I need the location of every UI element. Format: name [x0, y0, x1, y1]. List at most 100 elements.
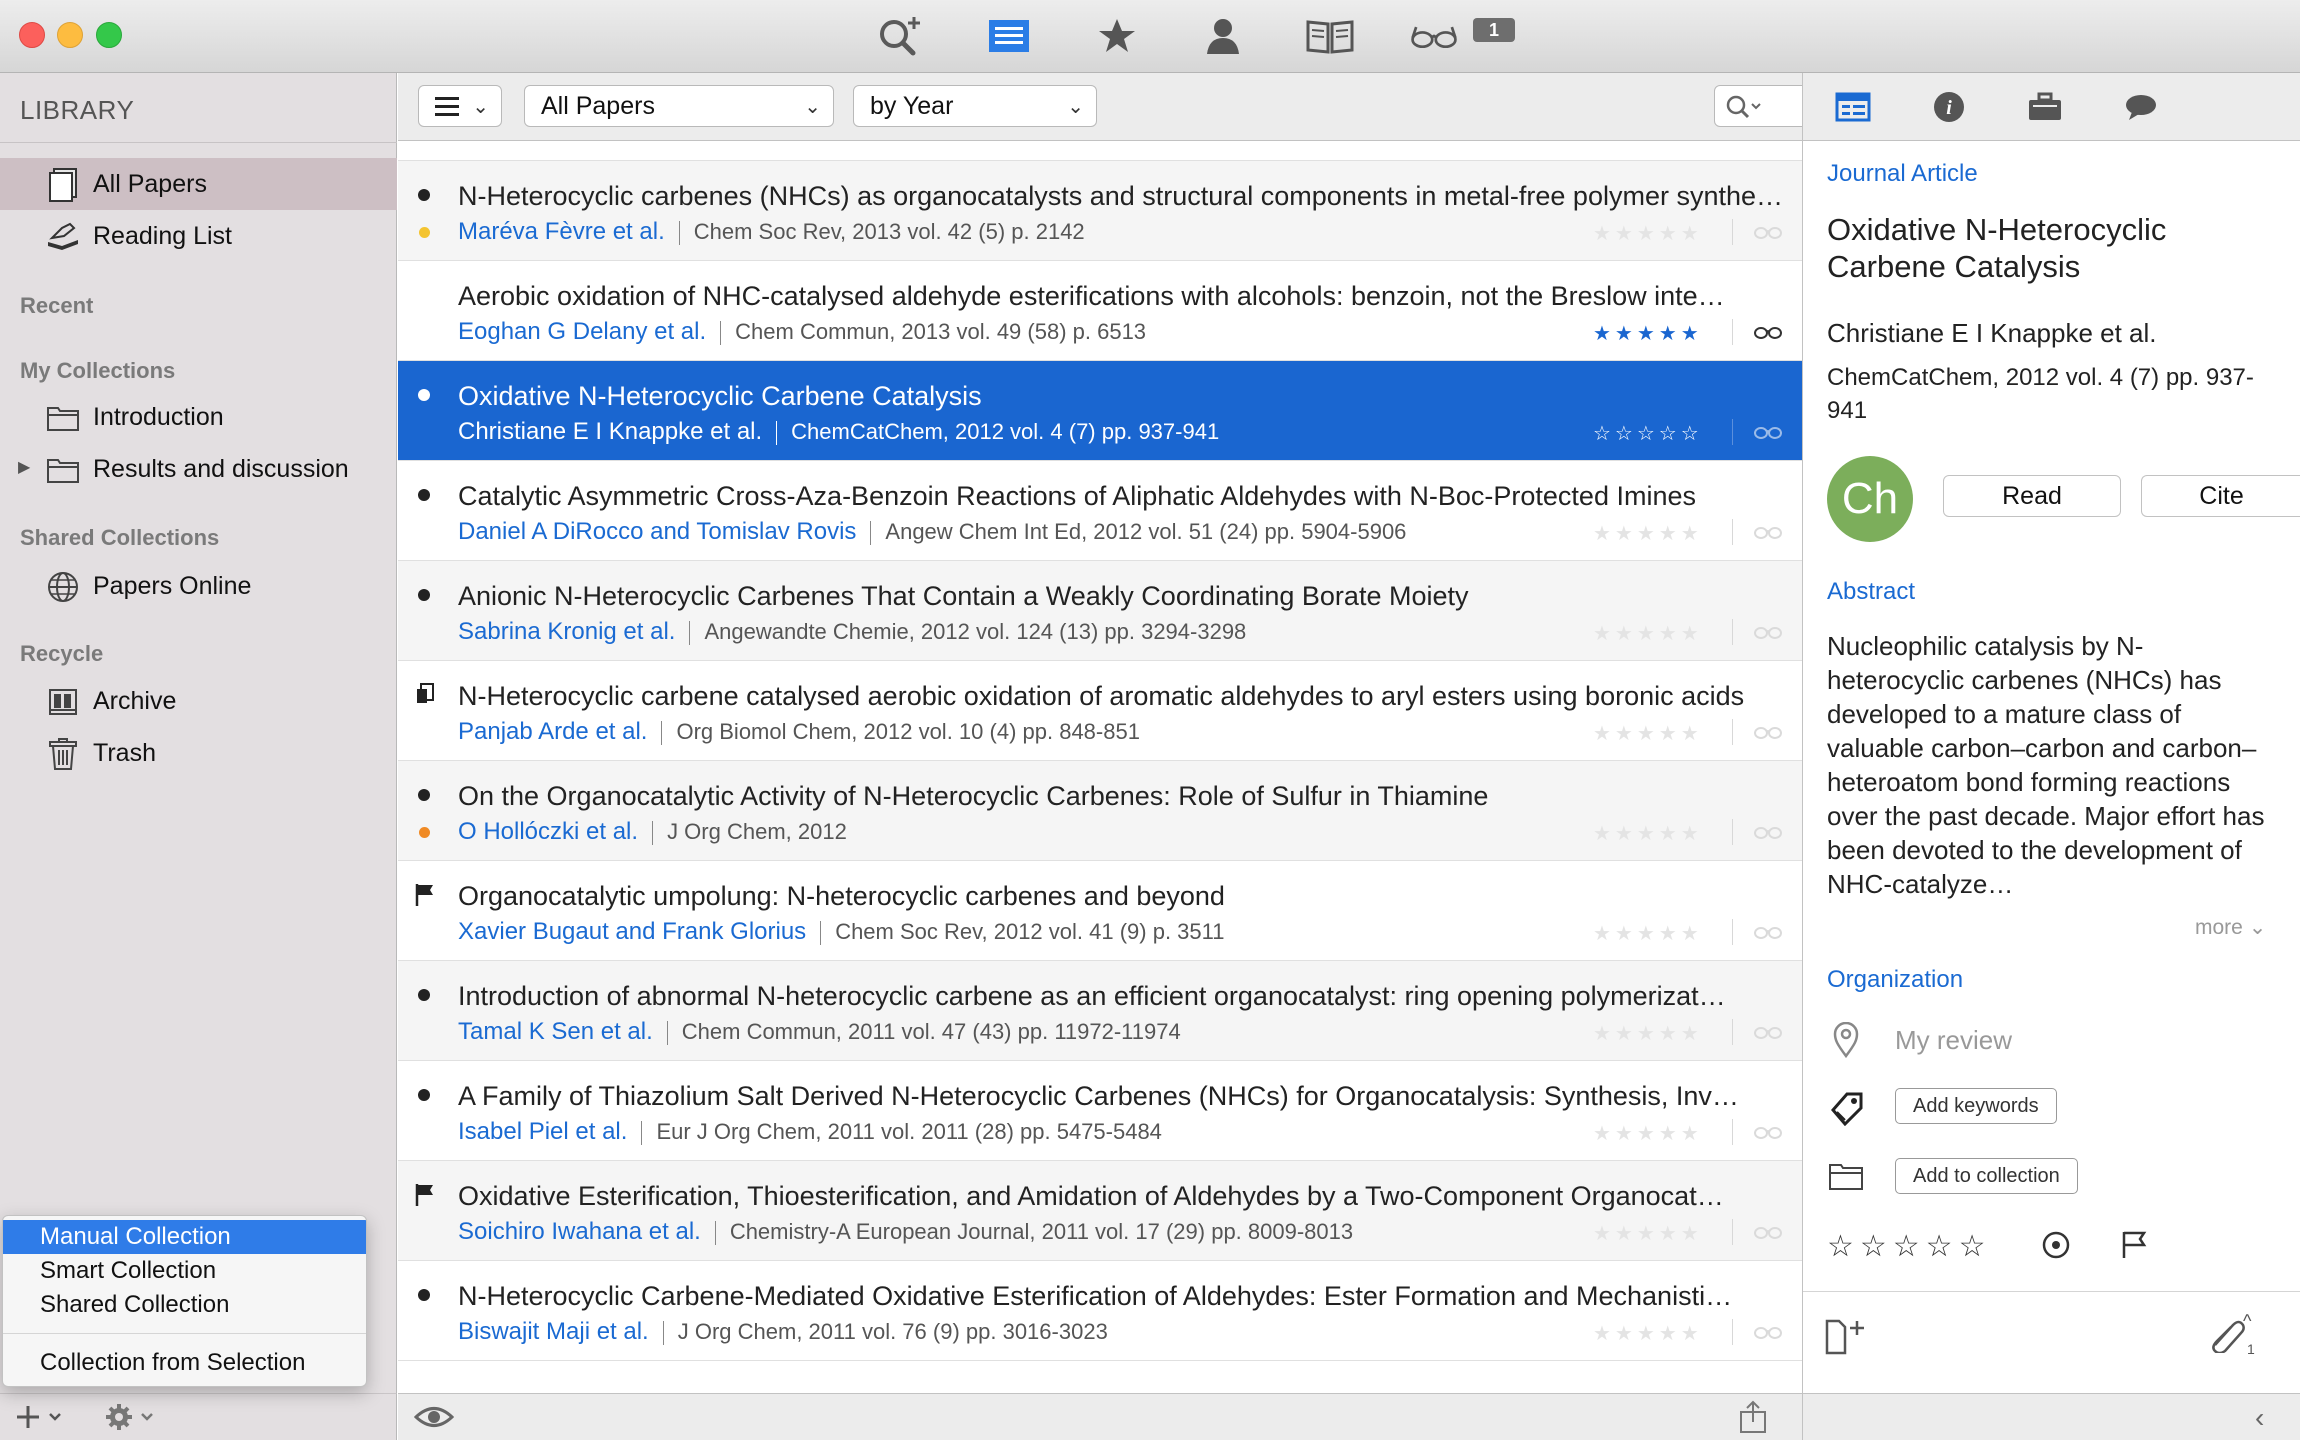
- menu-item-collection-from-selection[interactable]: Collection from Selection: [3, 1346, 366, 1380]
- reading-glasses-icon[interactable]: [1753, 421, 1783, 441]
- paper-authors[interactable]: Maréva Fèvre et al.: [458, 218, 665, 245]
- paper-authors[interactable]: Daniel A DiRocco and Tomislav Rovis: [458, 518, 856, 545]
- reading-glasses-icon[interactable]: [1753, 321, 1783, 341]
- paper-authors[interactable]: Isabel Piel et al.: [458, 1118, 627, 1145]
- info-icon[interactable]: i: [1929, 89, 1969, 125]
- paper-authors[interactable]: Xavier Bugaut and Frank Glorius: [458, 918, 806, 945]
- favorites-star-icon[interactable]: [1092, 14, 1142, 58]
- read-button[interactable]: Read: [1943, 475, 2121, 517]
- reading-glasses-icon[interactable]: [1753, 221, 1783, 241]
- reading-glasses-icon[interactable]: [1409, 14, 1459, 58]
- reading-glasses-icon[interactable]: [1753, 521, 1783, 541]
- rating-stars[interactable]: ★★★★★: [1593, 821, 1703, 846]
- add-to-collection-button[interactable]: Add to collection: [1895, 1158, 2078, 1194]
- sidebar-item-introduction[interactable]: Introduction: [0, 391, 397, 443]
- library-view-icon[interactable]: [984, 14, 1034, 58]
- reading-glasses-icon[interactable]: [1753, 721, 1783, 741]
- collapse-panel-chevron-icon[interactable]: ‹: [2255, 1402, 2264, 1434]
- group-by-select[interactable]: by Year ⌄: [853, 85, 1097, 127]
- list-view-menu-button[interactable]: ⌄: [418, 85, 502, 127]
- table-row[interactable]: On the Organocatalytic Activity of N-Het…: [398, 761, 1802, 861]
- sidebar-item-all-papers[interactable]: All Papers: [0, 158, 397, 210]
- rating-stars[interactable]: ★★★★★: [1593, 1221, 1703, 1246]
- paper-authors[interactable]: Sabrina Kronig et al.: [458, 618, 675, 645]
- rating-stars[interactable]: ★★★★★: [1593, 521, 1703, 546]
- close-window-button[interactable]: [19, 22, 45, 48]
- minimize-window-button[interactable]: [57, 22, 83, 48]
- status-dot-icon: [419, 827, 430, 838]
- share-export-icon[interactable]: [1738, 1400, 1768, 1439]
- table-row[interactable]: N-Heterocyclic Carbene-Mediated Oxidativ…: [398, 1261, 1802, 1361]
- rating-stars[interactable]: ★★★★★: [1593, 721, 1703, 746]
- rating-stars[interactable]: ★★★★★: [1593, 621, 1703, 646]
- flag-icon[interactable]: [2121, 1230, 2147, 1265]
- paper-authors[interactable]: Panjab Arde et al.: [458, 718, 647, 745]
- document-title[interactable]: Oxidative N-Heterocyclic Carbene Catalys…: [1827, 211, 2257, 285]
- zoom-window-button[interactable]: [96, 22, 122, 48]
- separator: [1732, 619, 1733, 645]
- papers-filter-select[interactable]: All Papers ⌄: [524, 85, 834, 127]
- comment-bubble-icon[interactable]: [2121, 89, 2161, 125]
- table-row[interactable]: Catalytic Asymmetric Cross-Aza-Benzoin R…: [398, 461, 1802, 561]
- disclosure-triangle-icon[interactable]: ▶: [18, 457, 30, 477]
- menu-item-smart-collection[interactable]: Smart Collection: [3, 1254, 366, 1288]
- sidebar-item-trash[interactable]: Trash: [0, 727, 397, 779]
- sidebar-item-results-and-discussion[interactable]: ▶ Results and discussion: [0, 443, 397, 495]
- add-file-icon[interactable]: [1825, 1319, 1865, 1360]
- sidebar-item-reading-list[interactable]: Reading List: [0, 210, 397, 262]
- table-row[interactable]: Organocatalytic umpolung: N-heterocyclic…: [398, 861, 1802, 961]
- paper-authors[interactable]: O Hollóczki et al.: [458, 818, 638, 845]
- reading-glasses-icon[interactable]: [1753, 821, 1783, 841]
- table-row[interactable]: Oxidative N-Heterocyclic Carbene Catalys…: [398, 361, 1802, 461]
- paper-authors[interactable]: Tamal K Sen et al.: [458, 1018, 653, 1045]
- document-authors[interactable]: Christiane E I Knappke et al.: [1827, 318, 2157, 349]
- reading-book-icon[interactable]: [1305, 14, 1355, 58]
- profile-person-icon[interactable]: [1198, 14, 1248, 58]
- details-summary-icon[interactable]: [1833, 89, 1873, 125]
- rating-stars[interactable]: ★★★★★: [1593, 921, 1703, 946]
- table-row[interactable]: Oxidative Esterification, Thioesterifica…: [398, 1161, 1802, 1261]
- cite-button[interactable]: Cite: [2141, 475, 2300, 517]
- reading-glasses-icon[interactable]: [1753, 1021, 1783, 1041]
- paper-authors[interactable]: Christiane E I Knappke et al.: [458, 418, 762, 445]
- rating-stars[interactable]: ★★★★★: [1593, 321, 1703, 346]
- reading-glasses-icon[interactable]: [1753, 1321, 1783, 1341]
- review-field[interactable]: My review: [1895, 1025, 2012, 1056]
- sidebar-item-papers-online[interactable]: Papers Online: [0, 560, 397, 612]
- preview-eye-icon[interactable]: [413, 1404, 455, 1435]
- rating-stars[interactable]: ☆☆☆☆☆: [1827, 1229, 1991, 1264]
- separator: [1732, 719, 1733, 745]
- reading-glasses-icon[interactable]: [1753, 621, 1783, 641]
- abstract-heading: Abstract: [1827, 578, 1916, 605]
- separator: [714, 1220, 716, 1245]
- reading-glasses-icon[interactable]: [1753, 1221, 1783, 1241]
- table-row[interactable]: N-Heterocyclic carbene catalysed aerobic…: [398, 661, 1802, 761]
- reading-glasses-icon[interactable]: [1753, 1121, 1783, 1141]
- paper-authors[interactable]: Eoghan G Delany et al.: [458, 318, 706, 345]
- papers-list[interactable]: N-Heterocyclic carbenes (NHCs) as organo…: [398, 141, 1802, 1393]
- settings-gear-icon[interactable]: [104, 1402, 164, 1432]
- table-row[interactable]: Aerobic oxidation of NHC-catalysed aldeh…: [398, 261, 1802, 361]
- attachments-icon[interactable]: ^ 1: [2207, 1311, 2267, 1361]
- add-collection-button[interactable]: [14, 1402, 70, 1432]
- menu-item-manual-collection[interactable]: Manual Collection: [3, 1220, 366, 1254]
- rating-stars[interactable]: ★★★★★: [1593, 1321, 1703, 1346]
- rating-stars[interactable]: ★★★★★: [1593, 1121, 1703, 1146]
- more-link[interactable]: more ⌄: [2195, 915, 2266, 940]
- paper-authors[interactable]: Soichiro Iwahana et al.: [458, 1218, 701, 1245]
- table-row[interactable]: N-Heterocyclic carbenes (NHCs) as organo…: [398, 161, 1802, 261]
- briefcase-icon[interactable]: [2025, 89, 2065, 125]
- paper-authors[interactable]: Biswajit Maji et al.: [458, 1318, 649, 1345]
- rating-stars[interactable]: ★★★★★: [1593, 221, 1703, 246]
- table-row[interactable]: Introduction of abnormal N-heterocyclic …: [398, 961, 1802, 1061]
- search-add-icon[interactable]: [876, 14, 926, 58]
- menu-item-shared-collection[interactable]: Shared Collection: [3, 1288, 366, 1322]
- add-keywords-button[interactable]: Add keywords: [1895, 1088, 2057, 1124]
- reading-glasses-icon[interactable]: [1753, 921, 1783, 941]
- rating-stars[interactable]: ☆☆☆☆☆: [1593, 421, 1703, 446]
- table-row[interactable]: Anionic N-Heterocyclic Carbenes That Con…: [398, 561, 1802, 661]
- read-status-icon[interactable]: [2041, 1230, 2071, 1265]
- table-row[interactable]: A Family of Thiazolium Salt Derived N-He…: [398, 1061, 1802, 1161]
- rating-stars[interactable]: ★★★★★: [1593, 1021, 1703, 1046]
- sidebar-item-archive[interactable]: Archive: [0, 675, 397, 727]
